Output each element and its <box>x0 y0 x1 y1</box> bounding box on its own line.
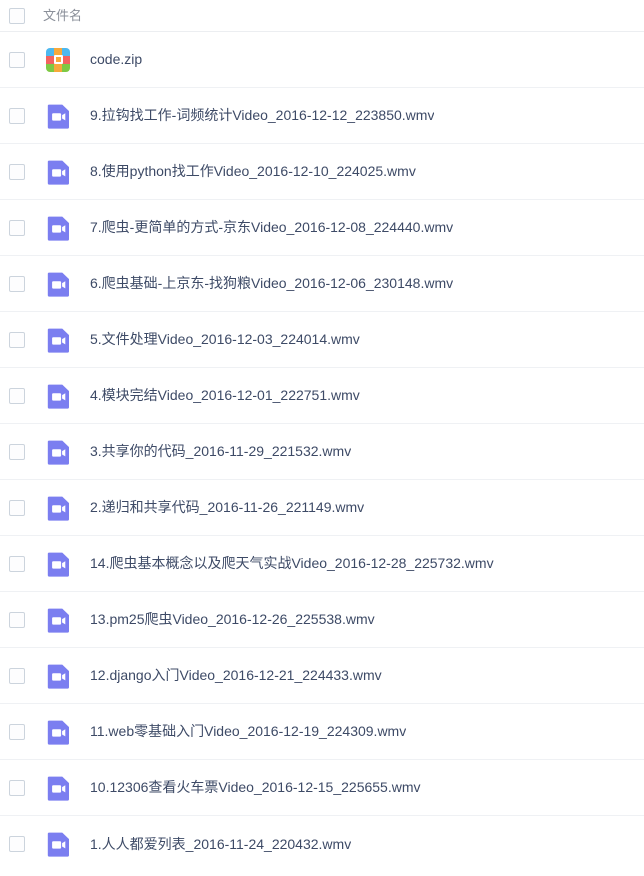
video-file-icon-wrap <box>46 775 72 801</box>
row-checkbox[interactable] <box>9 836 25 852</box>
video-file-icon <box>47 776 69 801</box>
row-checkbox[interactable] <box>9 443 25 460</box>
video-file-icon <box>47 104 69 129</box>
row-checkbox[interactable] <box>9 555 25 572</box>
video-file-icon <box>47 832 69 857</box>
file-name-label[interactable]: 6.爬虫基础-上京东-找狗粮Video_2016-12-06_230148.wm… <box>90 275 453 292</box>
video-file-icon-wrap <box>46 383 72 409</box>
row-checkbox[interactable] <box>9 163 25 180</box>
video-file-icon-wrap <box>46 551 72 577</box>
file-list-table: 文件名 code.zip 9.拉钩找工作-词频统计Video_2016-12-12… <box>0 0 644 872</box>
video-file-icon-wrap <box>46 215 72 241</box>
file-name-label[interactable]: 1.人人都爱列表_2016-11-24_220432.wmv <box>90 836 351 853</box>
row-checkbox[interactable] <box>9 387 25 404</box>
video-file-icon-wrap <box>46 663 72 689</box>
file-row[interactable]: 7.爬虫-更简单的方式-京东Video_2016-12-08_224440.wm… <box>0 200 644 256</box>
video-file-icon-wrap <box>46 103 72 129</box>
file-list-header-row: 文件名 <box>0 0 644 32</box>
row-checkbox[interactable] <box>9 667 25 684</box>
row-checkbox[interactable] <box>9 723 25 740</box>
file-name-label[interactable]: 12.django入门Video_2016-12-21_224433.wmv <box>90 667 382 684</box>
video-file-icon <box>47 664 69 689</box>
video-file-icon-wrap <box>46 495 72 521</box>
file-name-label[interactable]: 2.递归和共享代码_2016-11-26_221149.wmv <box>90 499 364 516</box>
row-checkbox[interactable] <box>9 51 25 68</box>
file-row[interactable]: 14.爬虫基本概念以及爬天气实战Video_2016-12-28_225732.… <box>0 536 644 592</box>
file-row[interactable]: 13.pm25爬虫Video_2016-12-26_225538.wmv <box>0 592 644 648</box>
file-name-label[interactable]: 13.pm25爬虫Video_2016-12-26_225538.wmv <box>90 611 375 628</box>
file-name-label[interactable]: 4.模块完结Video_2016-12-01_222751.wmv <box>90 387 360 404</box>
row-checkbox[interactable] <box>9 275 25 292</box>
video-file-icon-wrap <box>46 831 72 857</box>
file-name-label[interactable]: 14.爬虫基本概念以及爬天气实战Video_2016-12-28_225732.… <box>90 555 494 572</box>
video-file-icon-wrap <box>46 271 72 297</box>
file-row[interactable]: 6.爬虫基础-上京东-找狗粮Video_2016-12-06_230148.wm… <box>0 256 644 312</box>
video-file-icon <box>47 496 69 521</box>
video-file-icon-wrap <box>46 327 72 353</box>
video-file-icon-wrap <box>46 607 72 633</box>
video-file-icon <box>47 720 69 745</box>
file-row[interactable]: 12.django入门Video_2016-12-21_224433.wmv <box>0 648 644 704</box>
video-file-icon <box>47 160 69 185</box>
select-all-checkbox[interactable] <box>9 7 25 24</box>
video-file-icon-wrap <box>46 159 72 185</box>
file-name-label[interactable]: 10.12306查看火车票Video_2016-12-15_225655.wmv <box>90 779 421 796</box>
file-row[interactable]: 5.文件处理Video_2016-12-03_224014.wmv <box>0 312 644 368</box>
file-name-label[interactable]: code.zip <box>90 51 142 68</box>
row-checkbox[interactable] <box>9 107 25 124</box>
file-row[interactable]: 8.使用python找工作Video_2016-12-10_224025.wmv <box>0 144 644 200</box>
column-header-filename: 文件名 <box>43 8 83 23</box>
video-file-icon <box>47 384 69 409</box>
file-row[interactable]: 3.共享你的代码_2016-11-29_221532.wmv <box>0 424 644 480</box>
file-name-label[interactable]: 3.共享你的代码_2016-11-29_221532.wmv <box>90 443 351 460</box>
file-row[interactable]: 9.拉钩找工作-词频统计Video_2016-12-12_223850.wmv <box>0 88 644 144</box>
video-file-icon <box>47 216 69 241</box>
file-row[interactable]: 4.模块完结Video_2016-12-01_222751.wmv <box>0 368 644 424</box>
file-row[interactable]: 11.web零基础入门Video_2016-12-19_224309.wmv <box>0 704 644 760</box>
file-row[interactable]: 1.人人都爱列表_2016-11-24_220432.wmv <box>0 816 644 872</box>
file-list-body: code.zip 9.拉钩找工作-词频统计Video_2016-12-12_223… <box>0 32 644 872</box>
video-file-icon-wrap <box>46 439 72 465</box>
video-file-icon <box>47 440 69 465</box>
row-checkbox[interactable] <box>9 611 25 628</box>
video-file-icon <box>47 328 69 353</box>
row-checkbox[interactable] <box>9 499 25 516</box>
zip-archive-icon <box>46 47 70 72</box>
file-row[interactable]: 2.递归和共享代码_2016-11-26_221149.wmv <box>0 480 644 536</box>
video-file-icon <box>47 272 69 297</box>
file-name-label[interactable]: 5.文件处理Video_2016-12-03_224014.wmv <box>90 331 360 348</box>
file-name-label[interactable]: 8.使用python找工作Video_2016-12-10_224025.wmv <box>90 163 416 180</box>
file-row[interactable]: 10.12306查看火车票Video_2016-12-15_225655.wmv <box>0 760 644 816</box>
file-name-label[interactable]: 7.爬虫-更简单的方式-京东Video_2016-12-08_224440.wm… <box>90 219 453 236</box>
file-row[interactable]: code.zip <box>0 32 644 88</box>
video-file-icon-wrap <box>46 719 72 745</box>
row-checkbox[interactable] <box>9 779 25 796</box>
zip-archive-icon-wrap <box>46 47 72 73</box>
file-name-label[interactable]: 9.拉钩找工作-词频统计Video_2016-12-12_223850.wmv <box>90 107 434 124</box>
video-file-icon <box>47 608 69 633</box>
video-file-icon <box>47 552 69 577</box>
row-checkbox[interactable] <box>9 331 25 348</box>
row-checkbox[interactable] <box>9 219 25 236</box>
file-name-label[interactable]: 11.web零基础入门Video_2016-12-19_224309.wmv <box>90 723 406 740</box>
